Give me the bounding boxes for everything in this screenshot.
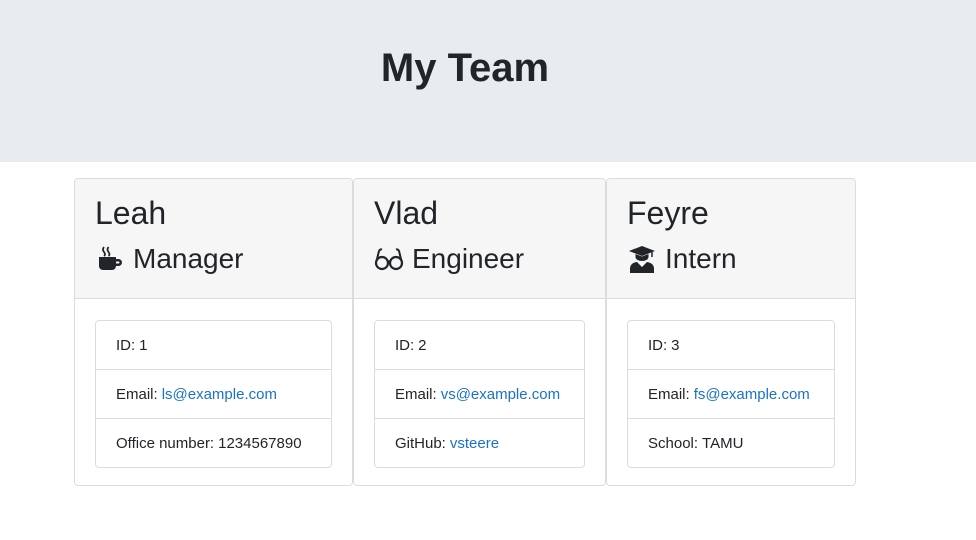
id-value: 3 (671, 336, 680, 354)
school-label: School: (648, 434, 699, 452)
github-link[interactable]: vsteere (450, 435, 499, 452)
role-label: Intern (665, 243, 737, 274)
employee-name: Feyre (627, 195, 709, 231)
email-label: Email: (395, 385, 437, 403)
id-row: ID: 3 (628, 321, 834, 370)
id-row: ID: 1 (96, 321, 331, 370)
role-label: Engineer (412, 243, 525, 274)
office-number-value: 1234567890 (218, 434, 302, 452)
email-link[interactable]: fs@example.com (694, 386, 810, 403)
email-row: Email: vs@example.com (375, 370, 584, 419)
office-number-row: Office number: 1234567890 (96, 419, 331, 467)
header-banner: My Team (0, 0, 976, 162)
card-header: Leah Manager (75, 179, 352, 299)
email-link[interactable]: vs@example.com (441, 386, 560, 403)
employee-details-list: ID: 1 Email: ls@example.com Office numbe… (95, 320, 332, 468)
employee-role: Intern (627, 241, 737, 277)
email-row: Email: ls@example.com (96, 370, 331, 419)
employee-card-intern: Feyre Intern ID: 3 Email: fs@example.com (606, 178, 856, 486)
github-row: GitHub: vsteere (375, 419, 584, 467)
employee-card-manager: Leah Manager ID: 1 Email: ls@example.com… (74, 178, 353, 486)
id-row: ID: 2 (375, 321, 584, 370)
card-header: Vlad Engineer (354, 179, 605, 299)
id-label: ID: (116, 336, 136, 354)
email-row: Email: fs@example.com (628, 370, 834, 419)
glasses-icon (374, 244, 404, 274)
office-number-label: Office number: (116, 434, 215, 452)
id-value: 2 (418, 336, 427, 354)
employee-card-engineer: Vlad Engineer ID: 2 Email: vs@example.co… (353, 178, 606, 486)
employee-role: Manager (95, 241, 244, 277)
school-row: School: TAMU (628, 419, 834, 467)
id-label: ID: (648, 336, 668, 354)
graduate-icon (627, 244, 657, 274)
role-label: Manager (133, 243, 244, 274)
school-value: TAMU (702, 434, 744, 452)
github-label: GitHub: (395, 434, 446, 452)
employee-role: Engineer (374, 241, 524, 277)
email-link[interactable]: ls@example.com (162, 386, 277, 403)
card-header: Feyre Intern (607, 179, 855, 299)
page-title: My Team (380, 46, 550, 90)
coffee-mug-icon (95, 244, 125, 274)
employee-details-list: ID: 3 Email: fs@example.com School: TAMU (627, 320, 835, 468)
id-label: ID: (395, 336, 415, 354)
employee-details-list: ID: 2 Email: vs@example.com GitHub: vste… (374, 320, 585, 468)
employee-name: Vlad (374, 195, 439, 231)
id-value: 1 (139, 336, 148, 354)
employee-name: Leah (95, 195, 167, 231)
email-label: Email: (116, 385, 158, 403)
email-label: Email: (648, 385, 690, 403)
